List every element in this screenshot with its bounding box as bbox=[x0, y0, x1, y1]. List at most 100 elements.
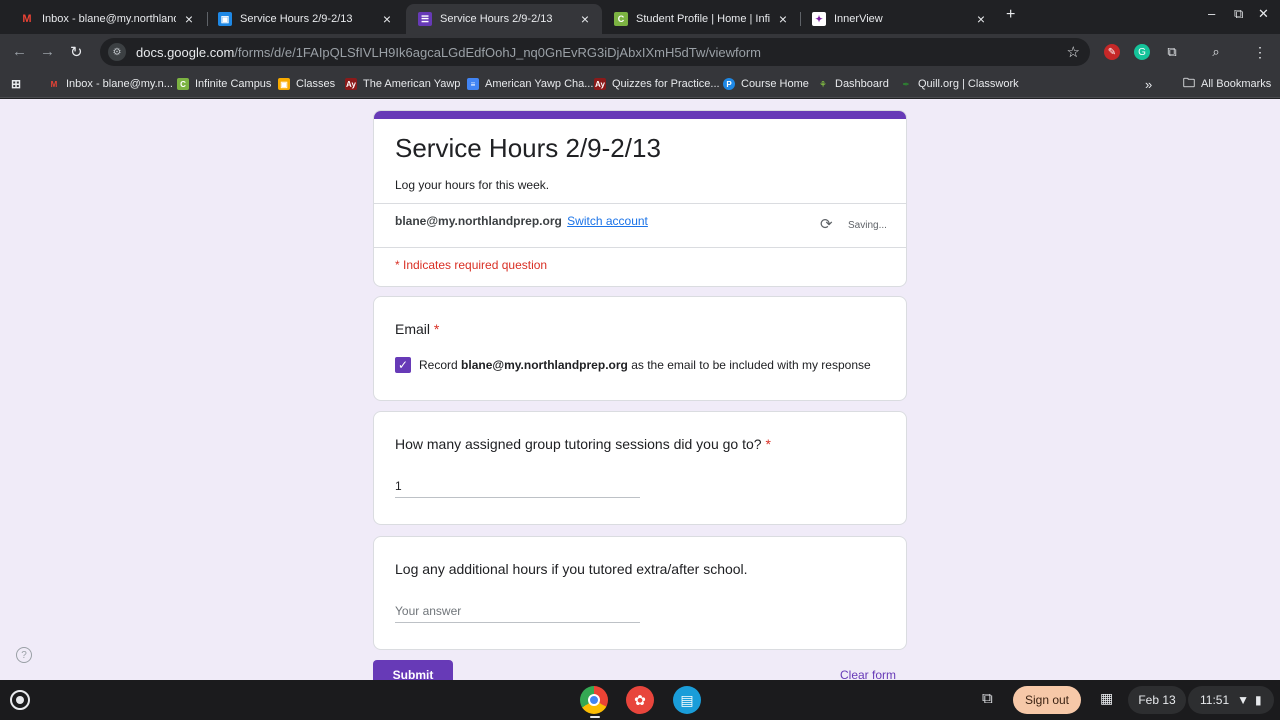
close-icon[interactable]: × bbox=[380, 11, 394, 27]
tutoring-sessions-label: How many assigned group tutoring session… bbox=[395, 436, 771, 452]
additional-hours-label: Log any additional hours if you tutored … bbox=[395, 561, 748, 577]
bookmark-american-yawp[interactable]: Ay The American Yawp bbox=[345, 76, 460, 92]
back-icon[interactable]: ← bbox=[12, 43, 27, 60]
form-title: Service Hours 2/9-2/13 bbox=[395, 133, 661, 163]
bookmark-star-icon[interactable]: ☆ bbox=[1067, 43, 1080, 61]
all-bookmarks-label: All Bookmarks bbox=[1201, 78, 1272, 90]
clock: 11:51 bbox=[1200, 693, 1230, 707]
clipboard-icon[interactable]: ⧉ bbox=[982, 690, 993, 707]
address-bar[interactable]: ⚙ docs.google.com/forms/d/e/1FAIpQLSfIVL… bbox=[100, 38, 1090, 66]
email-question-label: Email * bbox=[395, 321, 439, 337]
clear-form-button[interactable]: Clear form bbox=[840, 668, 896, 680]
question-text: Email bbox=[395, 321, 431, 337]
close-window-icon[interactable]: ✕ bbox=[1258, 6, 1269, 22]
form-description: Log your hours for this week. bbox=[395, 178, 550, 192]
infinite-campus-icon: C bbox=[177, 78, 189, 90]
chrome-icon[interactable] bbox=[580, 686, 608, 714]
forward-icon[interactable]: → bbox=[40, 43, 55, 60]
pearson-icon: P bbox=[723, 78, 735, 90]
new-tab-icon[interactable]: + bbox=[1006, 6, 1015, 24]
tab-student-profile[interactable]: C Student Profile | Home | Infinite × bbox=[602, 4, 800, 34]
close-icon[interactable]: × bbox=[578, 11, 592, 27]
check-icon: ✓ bbox=[397, 358, 409, 372]
bookmark-infinite-campus[interactable]: C Infinite Campus bbox=[177, 76, 271, 92]
minimize-icon[interactable]: – bbox=[1208, 6, 1215, 21]
shelf: ✿ ▤ ⧉ Sign out ▦ Feb 13 11:51 ▼ ▮ bbox=[0, 680, 1280, 720]
tab-search-icon[interactable]: ⌕ bbox=[1208, 44, 1224, 60]
bookmark-american-yawp-chapter[interactable]: ≡ American Yawp Cha... bbox=[467, 76, 593, 92]
gmail-icon: M bbox=[50, 79, 58, 89]
menu-icon[interactable]: ⋮ bbox=[1252, 44, 1268, 60]
launcher-icon[interactable] bbox=[10, 690, 30, 710]
yawp-icon: Ay bbox=[594, 78, 606, 90]
record-email-checkbox[interactable]: ✓ bbox=[395, 357, 411, 373]
tab-service-hours-classroom[interactable]: ▣ Service Hours 2/9-2/13 × bbox=[206, 4, 404, 34]
close-icon[interactable]: × bbox=[974, 11, 988, 27]
sign-out-button[interactable]: Sign out bbox=[1013, 686, 1081, 714]
date-tray[interactable]: Feb 13 bbox=[1128, 686, 1186, 714]
extensions-icon[interactable]: ⧉ bbox=[1164, 44, 1180, 60]
tutoring-sessions-input[interactable] bbox=[395, 474, 640, 498]
tab-strip: M Inbox - blane@my.northlandprep × ▣ Ser… bbox=[0, 0, 1280, 34]
email-question-card: Email * ✓ Record blane@my.northlandprep.… bbox=[373, 296, 907, 401]
url-text: docs.google.com/forms/d/e/1FAIpQLSfIVLH9… bbox=[136, 45, 761, 60]
question-text: How many assigned group tutoring session… bbox=[395, 436, 762, 452]
gmail-icon: M bbox=[20, 12, 34, 26]
infinite-campus-icon: C bbox=[614, 12, 628, 26]
checkbox-suffix: as the email to be included with my resp… bbox=[631, 358, 871, 372]
switch-account-link[interactable]: Switch account bbox=[567, 214, 648, 228]
grammarly-icon[interactable]: G bbox=[1134, 44, 1150, 60]
tab-inbox[interactable]: M Inbox - blane@my.northlandprep × bbox=[8, 4, 206, 34]
bookmark-label: American Yawp Cha... bbox=[485, 78, 594, 90]
dashboard-icon: ⚘ bbox=[819, 79, 827, 89]
status-tray[interactable]: 11:51 ▼ ▮ bbox=[1188, 686, 1274, 714]
bookmark-quizzes[interactable]: Ay Quizzes for Practice... bbox=[594, 76, 720, 92]
bookmark-dashboard[interactable]: ⚘ Dashboard bbox=[817, 76, 888, 92]
close-icon[interactable]: × bbox=[776, 11, 790, 27]
all-bookmarks[interactable]: 🗀 All Bookmarks bbox=[1183, 76, 1271, 92]
site-info-icon[interactable]: ⚙ bbox=[108, 43, 126, 61]
managed-device-icon[interactable]: ▦ bbox=[1100, 690, 1113, 707]
help-icon[interactable]: ? bbox=[16, 647, 32, 663]
tutoring-sessions-card: How many assigned group tutoring session… bbox=[373, 411, 907, 525]
required-asterisk: * bbox=[433, 321, 440, 337]
reload-icon[interactable]: ↻ bbox=[70, 43, 83, 61]
battery-icon: ▮ bbox=[1255, 693, 1262, 707]
tab-service-hours-form[interactable]: ☰ Service Hours 2/9-2/13 × bbox=[406, 4, 602, 34]
tab-innerview[interactable]: ✦ InnerView × bbox=[800, 4, 998, 34]
pen-extension-icon[interactable]: ✎ bbox=[1104, 44, 1120, 60]
bookmarks-overflow[interactable]: » bbox=[1145, 76, 1152, 92]
record-email-label[interactable]: Record blane@my.northlandprep.org as the… bbox=[419, 358, 871, 372]
bookmark-label: Quill.org | Classwork bbox=[918, 78, 1019, 90]
bookmark-quill[interactable]: ✒ Quill.org | Classwork bbox=[900, 76, 1019, 92]
tab-title: Service Hours 2/9-2/13 bbox=[240, 13, 353, 25]
url-host: docs.google.com bbox=[136, 44, 235, 60]
bookmark-label: Quizzes for Practice... bbox=[612, 78, 720, 90]
bookmarks-bar: ⊞ M Inbox - blane@my.n... C Infinite Campu… bbox=[0, 70, 1280, 98]
forms-icon: ☰ bbox=[418, 12, 432, 26]
tab-title: Service Hours 2/9-2/13 bbox=[440, 13, 553, 25]
submit-button[interactable]: Submit bbox=[373, 660, 453, 680]
tab-title: Student Profile | Home | Infinite bbox=[636, 13, 770, 25]
innerview-icon: ✦ bbox=[812, 12, 826, 26]
account-email: blane@my.northlandprep.org bbox=[395, 214, 562, 228]
required-asterisk: * bbox=[765, 436, 771, 452]
bookmark-classes[interactable]: ▣ Classes bbox=[278, 76, 335, 92]
quill-icon: ✒ bbox=[902, 79, 910, 89]
form-header-card: Service Hours 2/9-2/13 Log your hours fo… bbox=[373, 110, 907, 287]
close-icon[interactable]: × bbox=[182, 11, 196, 27]
bookmark-course-home[interactable]: P Course Home bbox=[723, 76, 809, 92]
paint-icon[interactable]: ✿ bbox=[626, 686, 654, 714]
apps-grid-icon[interactable]: ⊞ bbox=[10, 76, 28, 92]
classroom-icon: ▣ bbox=[278, 78, 290, 90]
classroom-app-icon[interactable]: ▤ bbox=[673, 686, 701, 714]
bookmark-label: Course Home bbox=[741, 78, 809, 90]
bookmark-label: Inbox - blane@my.n... bbox=[66, 78, 173, 90]
checkbox-email: blane@my.northlandprep.org bbox=[461, 358, 628, 372]
bookmark-inbox[interactable]: M Inbox - blane@my.n... bbox=[48, 76, 173, 92]
additional-hours-input[interactable] bbox=[395, 599, 640, 623]
bookmark-label: The American Yawp bbox=[363, 78, 461, 90]
restore-icon[interactable]: ⧉ bbox=[1234, 6, 1243, 22]
saving-status: Saving... bbox=[848, 220, 887, 231]
yawp-icon: Ay bbox=[345, 78, 357, 90]
